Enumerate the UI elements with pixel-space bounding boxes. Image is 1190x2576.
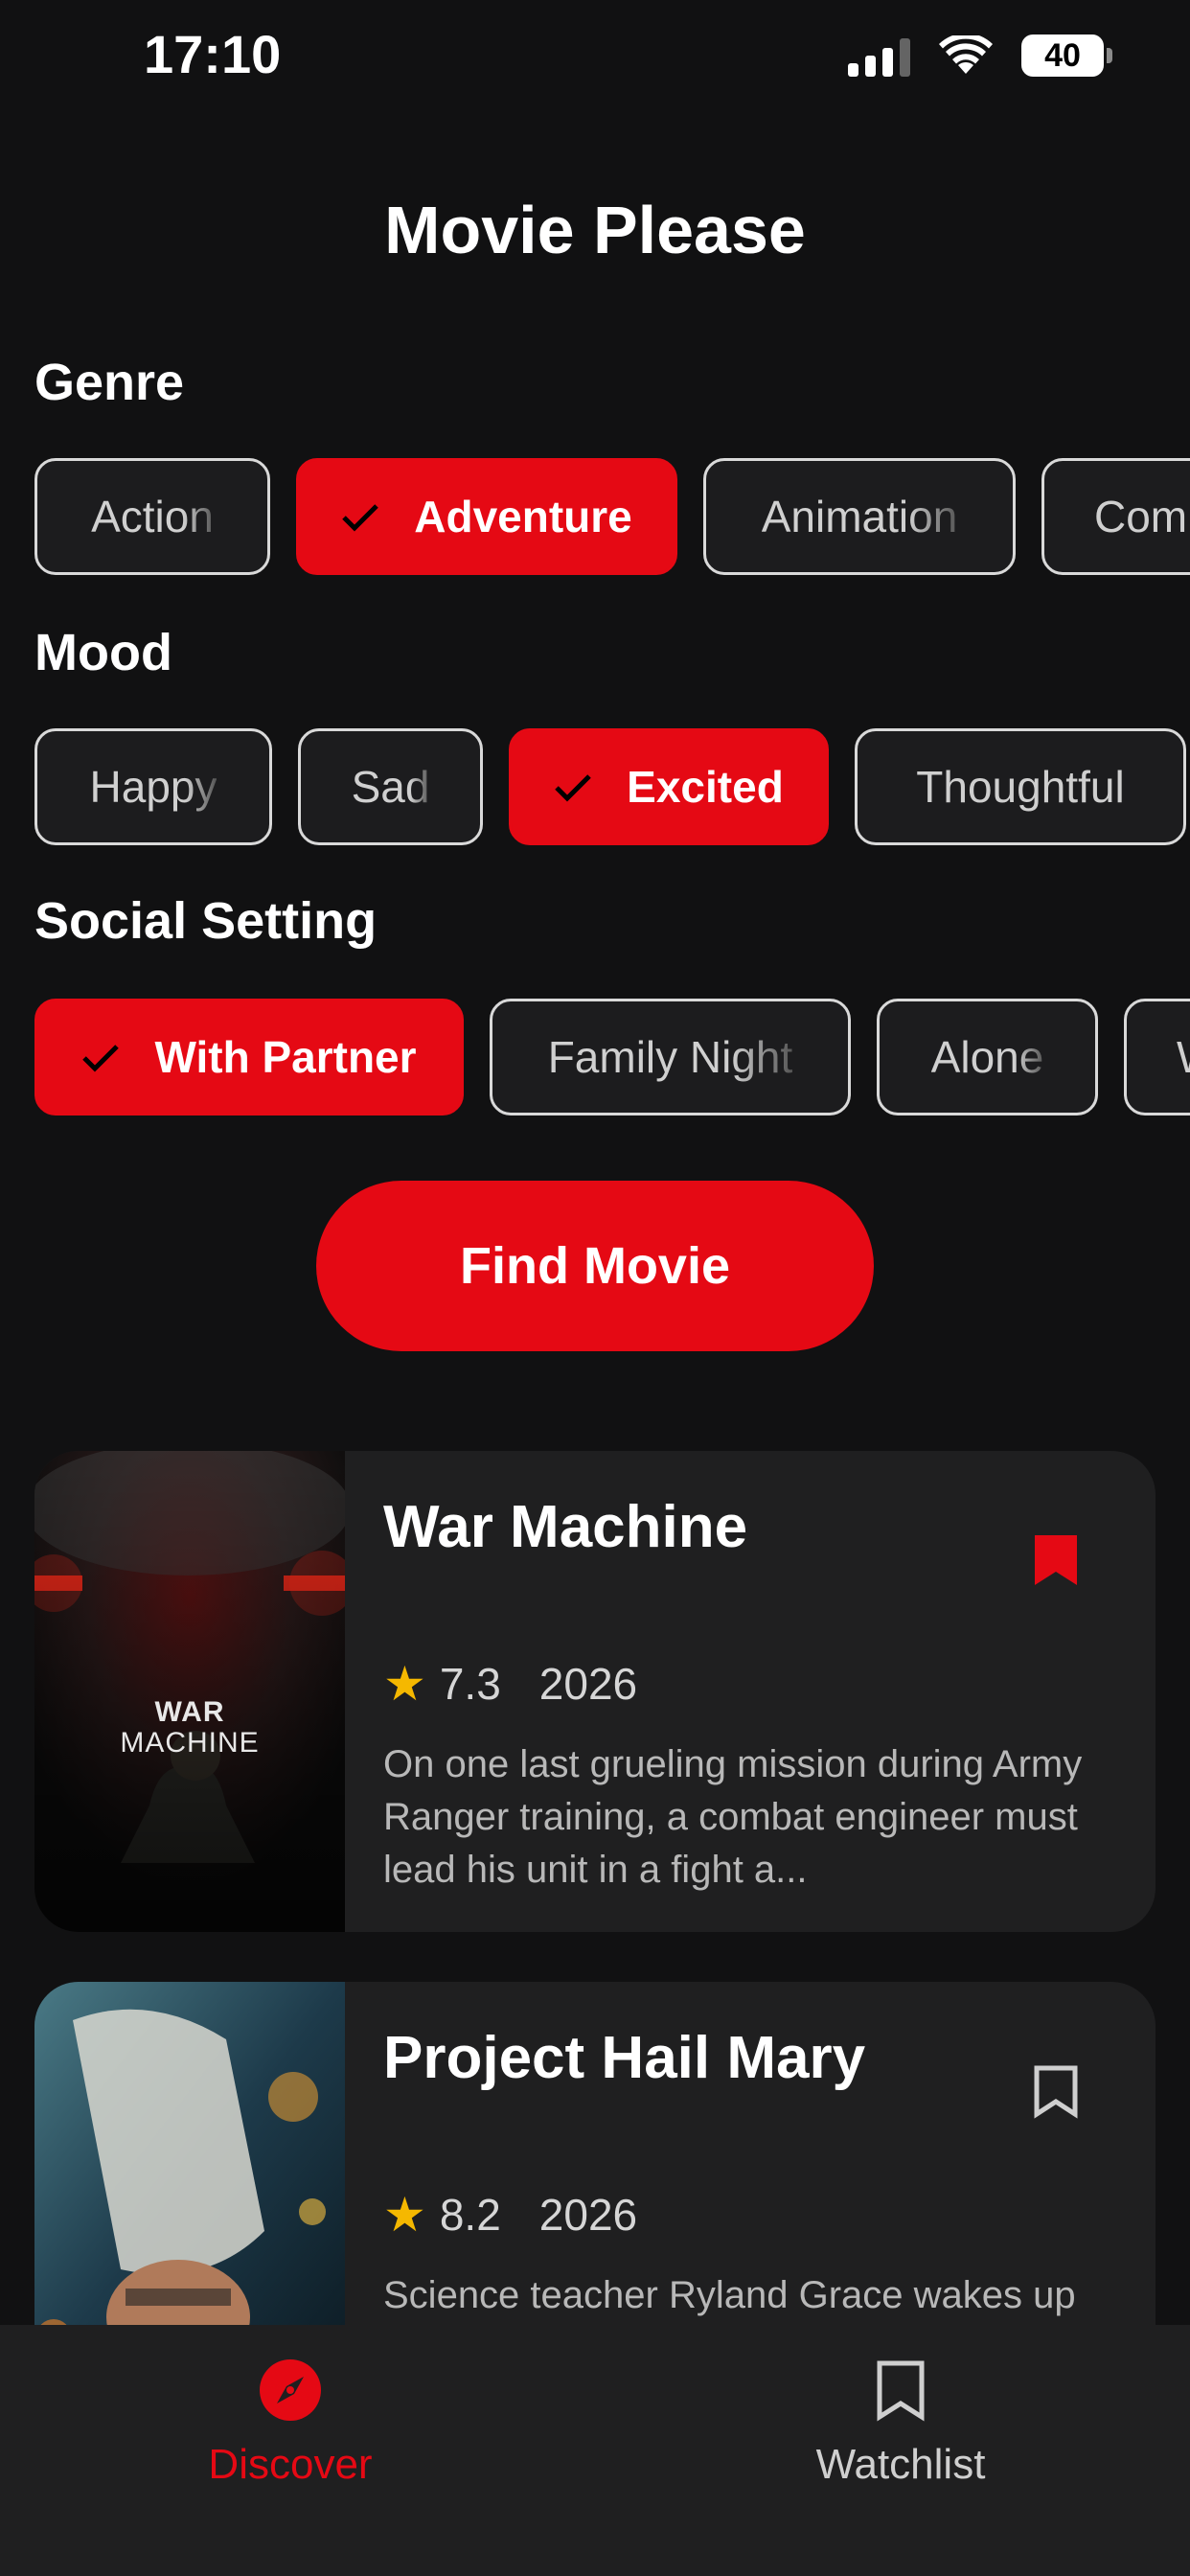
chip-social-family-night[interactable]: Family Night	[490, 999, 851, 1116]
movie-description: Science teacher Ryland Grace wakes up	[383, 2274, 1076, 2316]
movie-rating: 8.2	[439, 2190, 501, 2240]
poster-title-line-2: MACHINE	[120, 1727, 260, 1759]
movie-meta: ★ 8.2 2026	[383, 2187, 637, 2242]
mood-chip-row[interactable]: Happy Sad Excited Thoughtful	[34, 728, 1186, 845]
find-movie-button[interactable]: Find Movie	[316, 1181, 874, 1351]
chip-genre-action[interactable]: Action	[34, 458, 270, 575]
chip-mood-sad[interactable]: Sad	[298, 728, 483, 845]
chip-label: Sad	[351, 762, 430, 812]
movie-year: 2026	[538, 1659, 638, 1709]
chip-mood-happy[interactable]: Happy	[34, 728, 272, 845]
movie-year: 2026	[538, 2190, 638, 2240]
wifi-icon	[939, 35, 993, 76]
chip-label: W	[1177, 1031, 1190, 1083]
status-time: 17:10	[144, 24, 282, 84]
battery-icon: 40	[1021, 34, 1112, 77]
discover-screen: 17:10 40 Movie Please Genre Action Adven…	[0, 0, 1190, 2576]
star-icon: ★	[383, 2188, 426, 2242]
social-setting-label: Social Setting	[34, 892, 378, 950]
checkmark-icon	[81, 1031, 120, 1083]
status-icons: 40	[848, 29, 1112, 82]
chip-label: Family Night	[547, 1032, 793, 1082]
movie-title: War Machine	[383, 1494, 748, 1560]
chip-label: Animation	[761, 492, 958, 541]
movie-card[interactable]: Project Hail Mary ★ 8.2 2026 Science tea…	[34, 1982, 1156, 2384]
battery-level: 40	[1044, 36, 1081, 74]
nav-discover-label: Discover	[208, 2441, 373, 2488]
movie-description: On one last grueling mission during Army…	[383, 1743, 1083, 1891]
movie-title: Project Hail Mary	[383, 2025, 866, 2091]
movie-card[interactable]: WAR MACHINE War Machine ★ 7.3 2026 On on…	[34, 1451, 1156, 1932]
mood-label: Mood	[34, 624, 172, 681]
movie-rating: 7.3	[439, 1659, 501, 1709]
poster-title-line-1: WAR	[154, 1696, 225, 1728]
bookmark-filled-icon[interactable]	[1031, 1531, 1081, 1594]
chip-label: Excited	[627, 762, 784, 812]
chip-genre-adventure[interactable]: Adventure	[296, 458, 677, 575]
nav-watchlist-label: Watchlist	[815, 2441, 986, 2488]
compass-icon	[258, 2358, 323, 2427]
chip-mood-excited[interactable]: Excited	[509, 728, 829, 845]
chip-genre-comedy[interactable]: Com	[1041, 458, 1190, 575]
chip-label: Adventure	[414, 492, 632, 541]
chip-social-with-partner[interactable]: With Partner	[34, 999, 464, 1116]
chip-genre-animation[interactable]: Animation	[703, 458, 1016, 575]
movie-poster: WAR MACHINE	[34, 1451, 345, 1932]
chip-social-alone[interactable]: Alone	[877, 999, 1098, 1116]
bottom-nav: Discover Watchlist	[0, 2325, 1190, 2576]
nav-discover[interactable]: Discover	[180, 2358, 400, 2489]
genre-label: Genre	[34, 354, 185, 411]
cellular-signal-icon	[848, 34, 910, 77]
movie-poster	[34, 1982, 345, 2384]
chip-label: Alone	[930, 1032, 1044, 1082]
chip-label: Happy	[89, 762, 217, 812]
movie-meta: ★ 7.3 2026	[383, 1656, 637, 1712]
chip-social-more[interactable]: W	[1124, 999, 1190, 1116]
checkmark-icon	[554, 761, 592, 813]
page-title: Movie Please	[384, 193, 806, 267]
checkmark-icon	[341, 491, 379, 542]
star-icon: ★	[383, 1657, 426, 1711]
chip-mood-thoughtful[interactable]: Thoughtful	[855, 728, 1186, 845]
chip-label: Thoughtful	[916, 762, 1125, 812]
social-chip-row[interactable]: With Partner Family Night Alone W	[34, 999, 1190, 1116]
nav-watchlist[interactable]: Watchlist	[795, 2358, 1006, 2489]
chip-label: Action	[91, 492, 214, 541]
bookmark-icon	[872, 2358, 929, 2427]
chip-label: With Partner	[154, 1032, 417, 1082]
genre-chip-row[interactable]: Action Adventure Animation Com	[34, 458, 1190, 575]
chip-label: Com	[1094, 492, 1188, 541]
bookmark-outline-icon[interactable]	[1031, 2062, 1081, 2125]
